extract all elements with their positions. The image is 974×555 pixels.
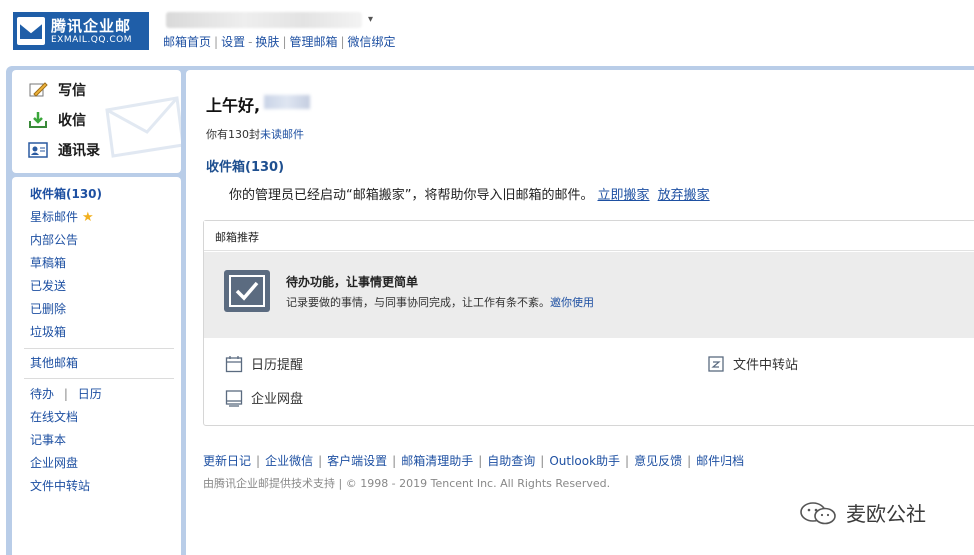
feature-title: 待办功能，让事情更简单: [286, 275, 419, 289]
feature-description: 记录要做的事情，与同事协同完成，让工作有条不紊。邀你使用: [286, 294, 594, 310]
unread-prefix: 你有130封: [206, 128, 260, 141]
sidebar-item-file-transfer[interactable]: 文件中转站: [30, 477, 90, 495]
footer-link-cleanup[interactable]: 邮箱清理助手: [401, 454, 473, 468]
receive-label: 收信: [58, 113, 86, 129]
envelope-watermark-icon: [105, 96, 181, 158]
unread-summary: 你有130封未读邮件: [206, 126, 304, 142]
todo-checkbox-icon: [224, 270, 270, 312]
sidebar-item-notepad[interactable]: 记事本: [30, 431, 66, 449]
watermark-text: 麦欧公社: [846, 502, 926, 526]
top-header: 腾讯企业邮 EXMAIL.QQ.COM ▾ 邮箱首页 | 设置 - 换肤 | 管理邮箱 | 微信…: [0, 0, 974, 66]
sidebar-item-sent[interactable]: 已发送: [30, 277, 66, 295]
top-links: 邮箱首页 | 设置 - 换肤 | 管理邮箱 | 微信绑定: [163, 35, 396, 49]
sidebar-item-deleted[interactable]: 已删除: [30, 300, 66, 318]
sidebar-item-online-docs[interactable]: 在线文档: [30, 408, 78, 426]
sidebar-item-todo[interactable]: 待办: [30, 387, 54, 401]
contacts-button[interactable]: 通讯录: [28, 138, 100, 162]
contacts-icon: [28, 142, 48, 158]
link-settings[interactable]: 设置: [221, 35, 245, 49]
compose-button[interactable]: 写信: [28, 78, 86, 102]
sidebar-item-inbox[interactable]: 收件箱(130): [30, 185, 102, 203]
todo-feature-banner[interactable]: 待办功能，让事情更简单 记录要做的事情，与同事协同完成，让工作有条不紊。邀你使用: [204, 252, 974, 338]
username-blurred: [264, 95, 310, 109]
feature-desc-text: 记录要做的事情，与同事协同完成，让工作有条不紊。: [286, 296, 550, 309]
tool-netdisk[interactable]: 企业网盘: [225, 388, 303, 407]
netdisk-icon: [225, 389, 243, 407]
sidebar-folders: 收件箱(130) 星标邮件 ★ 内部公告 草稿箱 已发送 已删除 垃圾箱 其他邮箱…: [12, 177, 181, 555]
compose-icon: [29, 82, 48, 97]
envelope-logo-icon: [17, 17, 45, 45]
footer-link-self-service[interactable]: 自助查询: [487, 454, 535, 468]
footer-links: 更新日记 | 企业微信 | 客户端设置 | 邮箱清理助手 | 自助查询 | Outlook助手 | 意见…: [203, 454, 745, 468]
tool-file-transfer[interactable]: 文件中转站: [707, 354, 798, 373]
footer-link-feedback[interactable]: 意见反馈: [634, 454, 682, 468]
migrate-now-link[interactable]: 立即搬家: [597, 188, 649, 203]
wechat-icon: [800, 501, 836, 524]
sidebar-divider: [24, 378, 174, 379]
abandon-migration-link[interactable]: 放弃搬家: [658, 188, 710, 203]
footer-link-changelog[interactable]: 更新日记: [203, 454, 251, 468]
sidebar-item-other-mailbox[interactable]: 其他邮箱: [30, 354, 78, 372]
link-mail-home[interactable]: 邮箱首页: [163, 35, 211, 49]
sidebar-item-announcements[interactable]: 内部公告: [30, 231, 78, 249]
link-skin[interactable]: 换肤: [255, 35, 279, 49]
footer-link-wecom[interactable]: 企业微信: [265, 454, 313, 468]
file-transfer-label: 文件中转站: [733, 358, 799, 373]
link-wechat-bind[interactable]: 微信绑定: [348, 35, 396, 49]
contacts-label: 通讯录: [58, 143, 100, 159]
receive-button[interactable]: 收信: [28, 108, 86, 132]
link-manage-mailbox[interactable]: 管理邮箱: [289, 35, 337, 49]
notice-text: 你的管理员已经启动“邮箱搬家”，将帮助你导入旧邮箱的邮件。: [229, 188, 594, 203]
sidebar-actions: 写信 收信 通讯录: [12, 70, 181, 173]
inbox-title-link[interactable]: 收件箱(130): [206, 156, 284, 175]
migration-notice: 你的管理员已经启动“邮箱搬家”，将帮助你导入旧邮箱的邮件。 立即搬家 放弃搬家: [229, 184, 710, 203]
sidebar-tools-row: 待办 | 日历: [30, 385, 102, 403]
brand-name: 腾讯企业邮: [51, 17, 132, 35]
receive-icon: [29, 112, 47, 128]
recommendation-title: 邮箱推荐: [215, 231, 259, 244]
sidebar-item-calendar[interactable]: 日历: [78, 387, 102, 401]
wechat-watermark: 麦欧公社: [798, 498, 926, 527]
greeting: 上午好,: [206, 96, 261, 115]
star-icon: ★: [82, 210, 94, 225]
footer-link-client-settings[interactable]: 客户端设置: [327, 454, 387, 468]
separator: |: [63, 387, 68, 401]
sidebar-item-drafts[interactable]: 草稿箱: [30, 254, 66, 272]
recommendation-panel: 邮箱推荐 待办功能，让事情更简单 记录要做的事情，与同事协同完成，让工作有条不紊…: [203, 220, 974, 426]
account-dropdown-icon[interactable]: ▾: [368, 14, 373, 25]
footer-link-archive[interactable]: 邮件归档: [696, 454, 744, 468]
calendar-reminder-label: 日历提醒: [251, 358, 304, 373]
copyright: 由腾讯企业邮提供技术支持 | © 1998 - 2019 Tencent Inc…: [203, 477, 611, 490]
brand-domain: EXMAIL.QQ.COM: [51, 35, 132, 45]
sidebar-item-starred[interactable]: 星标邮件 ★: [30, 208, 94, 226]
sidebar-divider: [24, 348, 174, 349]
exmail-logo[interactable]: 腾讯企业邮 EXMAIL.QQ.COM: [13, 12, 149, 50]
starred-label: 星标邮件: [30, 210, 79, 224]
user-account-blurred[interactable]: [166, 12, 362, 28]
sidebar-item-netdisk[interactable]: 企业网盘: [30, 454, 78, 472]
recommendation-header: 邮箱推荐: [204, 221, 974, 251]
calendar-icon: [225, 355, 243, 372]
sidebar-item-spam[interactable]: 垃圾箱: [30, 323, 66, 341]
netdisk-label: 企业网盘: [251, 392, 304, 407]
compose-label: 写信: [58, 83, 86, 99]
unread-link[interactable]: 未读邮件: [260, 128, 304, 141]
file-transfer-icon: [708, 355, 724, 372]
tool-calendar-reminder[interactable]: 日历提醒: [225, 354, 303, 373]
invite-use-link[interactable]: 邀你使用: [550, 296, 594, 309]
main-panel: 上午好, 你有130封未读邮件 收件箱(130) 你的管理员已经启动“邮箱搬家”…: [186, 70, 974, 555]
footer-link-outlook[interactable]: Outlook助手: [549, 454, 620, 468]
